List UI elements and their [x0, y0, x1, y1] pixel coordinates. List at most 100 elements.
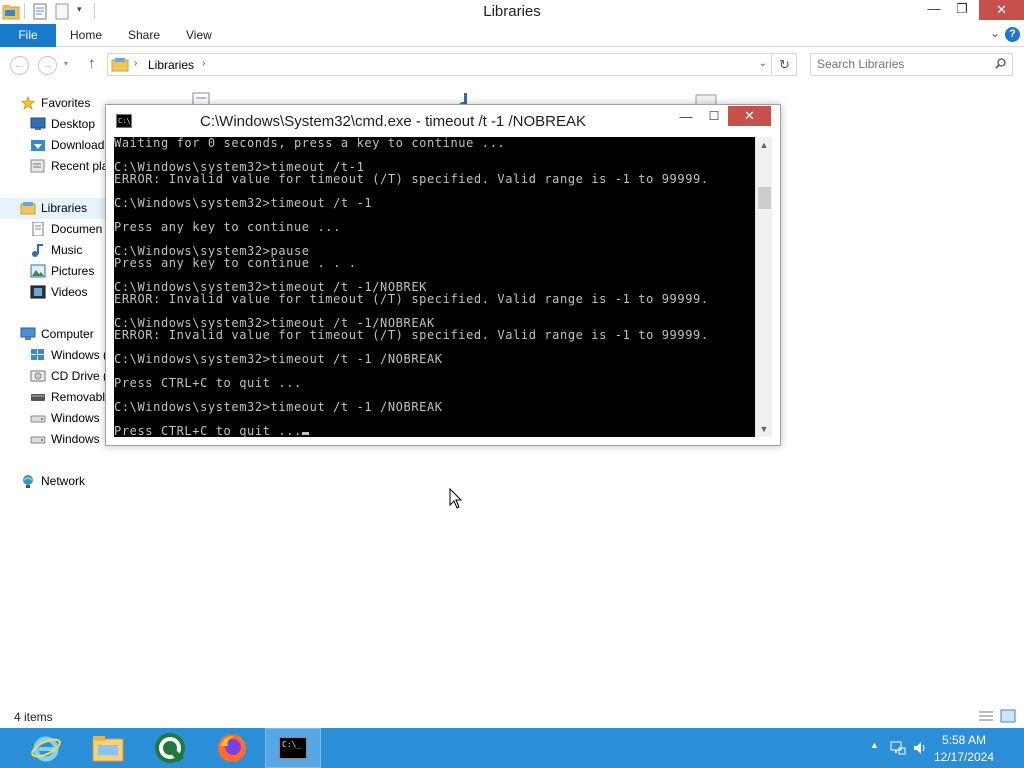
- ribbon-tabs: File Home Share View ⌄ ?: [0, 24, 1024, 47]
- nav-music[interactable]: Music: [30, 240, 105, 261]
- tab-home[interactable]: Home: [70, 24, 102, 47]
- console-line: ERROR: Invalid value for timeout (/T) sp…: [114, 328, 709, 342]
- console-line: C:\Windows\system32>timeout /t -1: [114, 196, 373, 210]
- console-line: Press any key to continue ...: [114, 220, 341, 234]
- console-line: ERROR: Invalid value for timeout (/T) sp…: [114, 292, 709, 306]
- app-icon: [155, 733, 185, 763]
- scroll-up-arrow-icon[interactable]: ▲: [756, 137, 772, 153]
- minimize-button[interactable]: —: [920, 0, 948, 20]
- desktop-icon: [30, 117, 46, 130]
- maximize-button[interactable]: ❐: [948, 0, 976, 20]
- tab-file[interactable]: File: [0, 24, 56, 47]
- details-view-icon[interactable]: [978, 709, 994, 723]
- nav-label: Computer: [41, 327, 94, 341]
- taskbar-firefox[interactable]: [204, 728, 260, 768]
- search-input[interactable]: [817, 57, 987, 71]
- nav-pictures[interactable]: Pictures: [30, 261, 105, 282]
- nav-documents[interactable]: Documen: [30, 219, 105, 240]
- back-button[interactable]: ←: [10, 56, 29, 75]
- nav-removable-drive[interactable]: Removabl: [30, 387, 105, 408]
- cmd-icon[interactable]: C:\_: [116, 114, 135, 128]
- cmd-console[interactable]: Waiting for 0 seconds, press a key to co…: [114, 137, 755, 437]
- cmd-close-button[interactable]: ✕: [728, 106, 771, 126]
- console-line: Press CTRL+C to quit ...: [114, 425, 709, 437]
- console-line: Waiting for 0 seconds, press a key to co…: [114, 137, 506, 150]
- taskbar-internet-explorer[interactable]: [18, 728, 74, 768]
- breadcrumb-separator[interactable]: ›: [202, 58, 205, 69]
- nav-label: Windows: [51, 432, 100, 446]
- nav-drive-c[interactable]: Windows (: [30, 345, 105, 366]
- nav-cd-drive[interactable]: CD Drive (: [30, 366, 105, 387]
- tab-view[interactable]: View: [186, 24, 212, 47]
- pictures-icon: [30, 264, 46, 278]
- refresh-button[interactable]: ↻: [773, 53, 797, 76]
- scroll-thumb[interactable]: [758, 187, 771, 209]
- command-prompt-icon: C:\_: [279, 737, 307, 759]
- close-button[interactable]: ✕: [979, 0, 1024, 20]
- explorer-title-bar[interactable]: ▾ Libraries — ❐ ✕: [0, 0, 1024, 24]
- show-hidden-icons-icon[interactable]: ▲: [870, 740, 879, 756]
- music-icon: [32, 244, 43, 257]
- search-icon[interactable]: [995, 58, 1006, 69]
- windows-drive-icon: [31, 349, 44, 360]
- file-explorer-icon: [92, 736, 124, 762]
- libraries-icon: [111, 58, 129, 72]
- breadcrumb-libraries[interactable]: Libraries: [148, 58, 194, 72]
- nav-favorites[interactable]: Favorites: [20, 93, 105, 114]
- cmd-maximize-button[interactable]: ☐: [701, 109, 727, 127]
- cmd-title-bar[interactable]: C:\_ C:\Windows\System32\cmd.exe - timeo…: [106, 105, 780, 135]
- scroll-down-arrow-icon[interactable]: ▼: [756, 421, 772, 437]
- search-box[interactable]: [810, 53, 1013, 76]
- console-line: ERROR: Invalid value for timeout (/T) sp…: [114, 172, 709, 186]
- clock-date[interactable]: 12/17/2024: [924, 750, 1004, 764]
- nav-label: Libraries: [41, 201, 88, 215]
- nav-label: Music: [51, 243, 83, 257]
- cmd-scrollbar[interactable]: ▲ ▼: [755, 137, 772, 437]
- nav-label: Favorites: [41, 96, 91, 110]
- network-status-icon[interactable]: [890, 740, 906, 756]
- breadcrumb-separator[interactable]: ›: [134, 58, 137, 69]
- up-button[interactable]: ↑: [88, 55, 96, 72]
- taskbar-command-prompt[interactable]: C:\_: [265, 728, 321, 768]
- nav-label: Windows (: [51, 348, 105, 362]
- taskbar-app-green[interactable]: [142, 728, 198, 768]
- navigation-bar: ← → ▾ ↑ › Libraries › ⌄ ↻: [0, 47, 1024, 83]
- nav-label: Desktop: [51, 117, 96, 131]
- nav-videos[interactable]: Videos: [30, 282, 105, 303]
- nav-label: Recent pla: [51, 159, 105, 173]
- drive-icon: [30, 415, 46, 423]
- nav-computer[interactable]: Computer: [20, 324, 105, 345]
- taskbar-file-explorer[interactable]: [80, 728, 136, 768]
- status-item-count: 4 items: [14, 710, 53, 724]
- tab-share[interactable]: Share: [128, 24, 160, 47]
- console-line: C:\Windows\system32>timeout /t -1 /NOBRE…: [114, 352, 443, 366]
- documents-icon: [32, 222, 44, 236]
- nav-drive-windows-3[interactable]: Windows: [30, 429, 105, 450]
- nav-recent-places[interactable]: Recent pla: [30, 156, 105, 177]
- internet-explorer-icon: [31, 736, 61, 762]
- help-icon[interactable]: ?: [1005, 27, 1020, 42]
- taskbar: C:\_ ▲ 5:58 AM 12/17/2024: [0, 728, 1024, 768]
- videos-icon: [30, 285, 46, 299]
- nav-label: Documen: [51, 222, 103, 236]
- large-icons-view-icon[interactable]: [1000, 709, 1016, 723]
- nav-downloads[interactable]: Download: [30, 135, 105, 156]
- star-icon: [20, 96, 36, 110]
- nav-label: Videos: [51, 285, 88, 299]
- nav-drive-windows-2[interactable]: Windows: [30, 408, 105, 429]
- cmd-minimize-button[interactable]: —: [673, 109, 699, 127]
- downloads-icon: [31, 140, 45, 151]
- cmd-window[interactable]: C:\_ C:\Windows\System32\cmd.exe - timeo…: [105, 104, 781, 446]
- drive-icon: [30, 436, 46, 444]
- clock-time[interactable]: 5:58 AM: [924, 733, 1004, 747]
- address-bar[interactable]: › Libraries › ⌄: [107, 53, 772, 76]
- nav-label: CD Drive (: [51, 369, 105, 383]
- network-icon: [23, 475, 33, 488]
- nav-desktop[interactable]: Desktop: [30, 114, 105, 135]
- forward-button[interactable]: →: [38, 56, 57, 75]
- chevron-down-icon[interactable]: ⌄: [990, 26, 1000, 40]
- nav-network[interactable]: Network: [20, 471, 105, 492]
- address-dropdown-icon[interactable]: ⌄: [759, 58, 767, 69]
- nav-libraries[interactable]: Libraries: [20, 198, 105, 219]
- recent-locations-icon[interactable]: ▾: [64, 59, 68, 68]
